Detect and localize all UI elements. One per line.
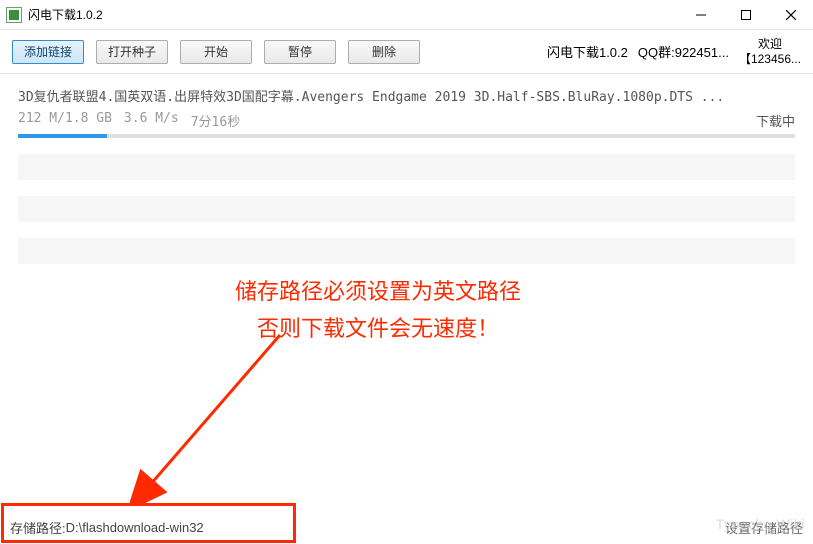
status-bar: 存储路径: D:\flashdownload-win32 设置存储路径 xyxy=(0,510,813,544)
welcome-block: 欢迎 【123456... xyxy=(739,37,801,66)
annotation-text: 储存路径必须设置为英文路径 否则下载文件会无速度！ xyxy=(218,273,538,348)
storage-path-value: D:\flashdownload-win32 xyxy=(66,520,204,535)
empty-row xyxy=(18,238,795,264)
download-meta: 212 M/1.8 GB 3.6 M/s 7分16秒 下载中 xyxy=(18,111,795,130)
close-button[interactable] xyxy=(768,0,813,30)
download-list: 3D复仇者联盟4.国英双语.出屏特效3D国配字幕.Avengers Endgam… xyxy=(0,74,813,264)
open-torrent-button[interactable]: 打开种子 xyxy=(96,40,168,64)
maximize-button[interactable] xyxy=(723,0,768,30)
empty-row xyxy=(18,154,795,180)
delete-button[interactable]: 删除 xyxy=(348,40,420,64)
download-eta: 7分16秒 xyxy=(191,111,240,130)
add-link-button[interactable]: 添加链接 xyxy=(12,40,84,64)
annotation-line-2: 否则下载文件会无速度！ xyxy=(218,310,538,347)
progress-fill xyxy=(18,134,107,138)
download-status: 下载中 xyxy=(756,111,795,130)
app-icon xyxy=(6,7,22,23)
empty-row xyxy=(18,196,795,222)
set-storage-path-link[interactable]: 设置存储路径 xyxy=(725,518,803,537)
progress-bar xyxy=(18,134,795,138)
qq-group-label: QQ群:922451... xyxy=(638,42,729,61)
download-size: 212 M/1.8 GB xyxy=(18,111,112,130)
storage-path-label: 存储路径: xyxy=(10,518,66,537)
download-item[interactable]: 3D复仇者联盟4.国英双语.出屏特效3D国配字幕.Avengers Endgam… xyxy=(18,86,795,138)
start-button[interactable]: 开始 xyxy=(180,40,252,64)
welcome-id: 【123456... xyxy=(739,52,801,66)
version-label: 闪电下载1.0.2 xyxy=(547,42,628,61)
window-title: 闪电下载1.0.2 xyxy=(28,6,103,23)
minimize-button[interactable] xyxy=(678,0,723,30)
download-speed: 3.6 M/s xyxy=(124,111,179,130)
title-bar: 闪电下载1.0.2 xyxy=(0,0,813,30)
pause-button[interactable]: 暂停 xyxy=(264,40,336,64)
annotation-arrow xyxy=(130,325,300,505)
toolbar: 添加链接 打开种子 开始 暂停 删除 闪电下载1.0.2 QQ群:922451.… xyxy=(0,30,813,74)
download-name: 3D复仇者联盟4.国英双语.出屏特效3D国配字幕.Avengers Endgam… xyxy=(18,86,795,105)
welcome-label: 欢迎 xyxy=(739,37,801,51)
annotation-line-1: 储存路径必须设置为英文路径 xyxy=(218,273,538,310)
